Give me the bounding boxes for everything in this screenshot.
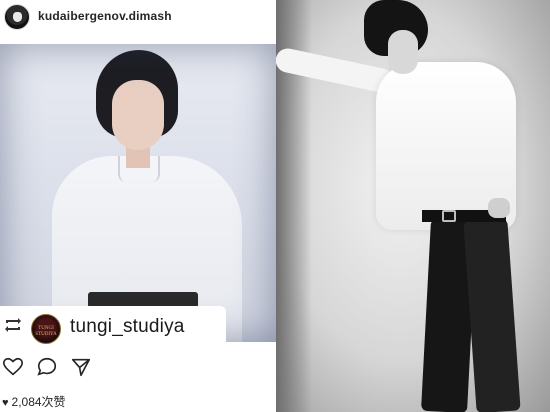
profile-avatar[interactable] <box>4 4 30 30</box>
repost-icon <box>3 316 23 334</box>
side-photo <box>276 0 550 412</box>
likes-count[interactable]: ♥ 2,084次赞 <box>2 393 66 410</box>
paper-plane-icon[interactable] <box>70 356 92 378</box>
comment-bubble-icon[interactable] <box>36 356 58 378</box>
post-username[interactable]: kudaibergenov.dimash <box>38 9 172 23</box>
heart-outline-icon[interactable] <box>2 356 24 378</box>
repost-account-avatar[interactable]: TUNGI STUDIYA <box>31 314 61 344</box>
post-actions <box>0 356 276 380</box>
repost-username[interactable]: tungi_studiya <box>70 316 185 338</box>
post-photo[interactable] <box>0 44 276 342</box>
instagram-post: kudaibergenov.dimash TUNGI STUDIYA tungi… <box>0 0 276 412</box>
post-header: kudaibergenov.dimash <box>0 0 276 36</box>
heart-filled-icon: ♥ <box>2 397 9 409</box>
repost-avatar-logo-text: TUNGI STUDIYA <box>35 326 57 337</box>
likes-text: 2,084次赞 <box>11 395 66 409</box>
